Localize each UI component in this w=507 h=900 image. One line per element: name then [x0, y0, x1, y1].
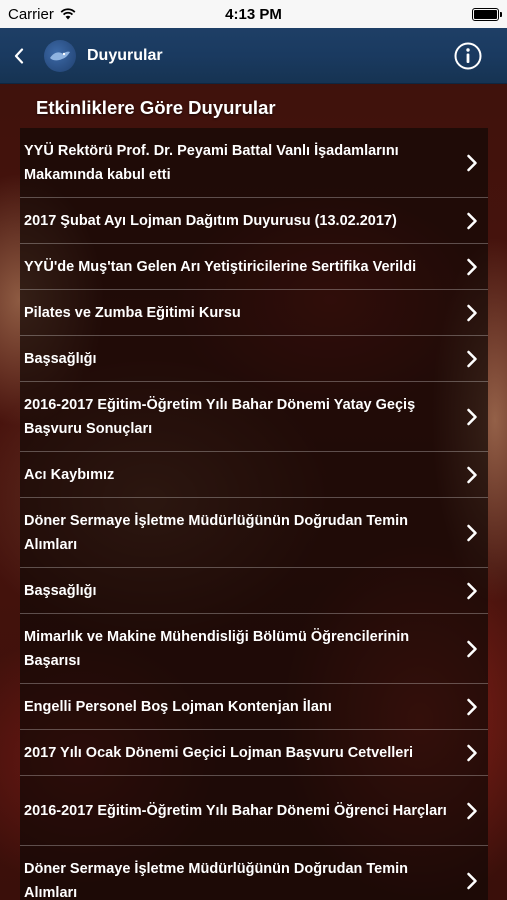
- wifi-icon: [60, 8, 76, 20]
- list-item[interactable]: 2017 Yılı Ocak Dönemi Geçici Lojman Başv…: [20, 730, 488, 776]
- chevron-right-icon: [467, 524, 477, 541]
- chevron-right-icon: [467, 154, 477, 171]
- list-item-label: Engelli Personel Boş Lojman Kontenjan İl…: [24, 698, 332, 715]
- list-item-label: YYÜ Rektörü Prof. Dr. Peyami Battal Vanl…: [24, 142, 399, 183]
- list-item[interactable]: 2016-2017 Eğitim-Öğretim Yılı Bahar Döne…: [20, 382, 488, 452]
- list-item[interactable]: Başsağlığı: [20, 568, 488, 614]
- list-item-label: Acı Kaybımız: [24, 466, 115, 483]
- status-right: [472, 7, 502, 21]
- chevron-right-icon: [467, 582, 477, 599]
- app-logo: [44, 39, 76, 72]
- chevron-right-icon: [467, 802, 477, 819]
- chevron-right-icon: [467, 872, 477, 889]
- list-item-label: 2016-2017 Eğitim-Öğretim Yılı Bahar Döne…: [24, 396, 416, 437]
- announcement-list: YYÜ Rektörü Prof. Dr. Peyami Battal Vanl…: [20, 128, 488, 900]
- list-item[interactable]: Başsağlığı: [20, 336, 488, 382]
- chevron-left-icon: [14, 47, 24, 64]
- list-item-label: 2017 Yılı Ocak Dönemi Geçici Lojman Başv…: [24, 744, 413, 761]
- battery-icon: [472, 7, 502, 21]
- chevron-right-icon: [467, 304, 477, 321]
- chevron-right-icon: [467, 698, 477, 715]
- chevron-right-icon: [467, 258, 477, 275]
- carrier-label: Carrier: [8, 5, 54, 23]
- list-item[interactable]: Engelli Personel Boş Lojman Kontenjan İl…: [20, 684, 488, 730]
- list-item[interactable]: Acı Kaybımız: [20, 452, 488, 498]
- navigation-bar: Duyurular: [0, 28, 507, 84]
- list-item[interactable]: Mimarlık ve Makine Mühendisliği Bölümü Ö…: [20, 614, 488, 684]
- list-item[interactable]: YYÜ'de Muş'tan Gelen Arı Yetiştiricileri…: [20, 244, 488, 290]
- list-item-label: Başsağlığı: [24, 582, 97, 599]
- chevron-right-icon: [467, 408, 477, 425]
- list-item-label: Döner Sermaye İşletme Müdürlüğünün Doğru…: [24, 860, 409, 900]
- list-item[interactable]: YYÜ Rektörü Prof. Dr. Peyami Battal Vanl…: [20, 128, 488, 198]
- list-item-label: Mimarlık ve Makine Mühendisliği Bölümü Ö…: [24, 628, 410, 669]
- list-item[interactable]: Döner Sermaye İşletme Müdürlüğünün Doğru…: [20, 498, 488, 568]
- list-item-label: 2017 Şubat Ayı Lojman Dağıtım Duyurusu (…: [24, 212, 397, 229]
- chevron-right-icon: [467, 212, 477, 229]
- status-time: 4:13 PM: [225, 5, 282, 23]
- list-item[interactable]: 2016-2017 Eğitim-Öğretim Yılı Bahar Döne…: [20, 776, 488, 846]
- back-button[interactable]: [0, 28, 38, 84]
- list-item-label: Döner Sermaye İşletme Müdürlüğünün Doğru…: [24, 512, 409, 553]
- list-item-label: 2016-2017 Eğitim-Öğretim Yılı Bahar Döne…: [24, 802, 447, 819]
- section-heading: Etkinliklere Göre Duyurular: [36, 97, 276, 118]
- list-item[interactable]: Pilates ve Zumba Eğitimi Kursu: [20, 290, 488, 336]
- battery-level: [474, 9, 497, 19]
- status-bar: Carrier 4:13 PM: [0, 0, 507, 28]
- info-button[interactable]: [453, 41, 483, 71]
- status-left: Carrier: [8, 6, 76, 23]
- chevron-right-icon: [467, 744, 477, 761]
- list-item[interactable]: 2017 Şubat Ayı Lojman Dağıtım Duyurusu (…: [20, 198, 488, 244]
- logo-emblem-icon: [50, 51, 70, 60]
- chevron-right-icon: [467, 350, 477, 367]
- list-item-label: Pilates ve Zumba Eğitimi Kursu: [24, 304, 241, 321]
- list-item-label: YYÜ'de Muş'tan Gelen Arı Yetiştiricileri…: [24, 258, 417, 275]
- list-item[interactable]: Döner Sermaye İşletme Müdürlüğünün Doğru…: [20, 846, 488, 900]
- page-title: Duyurular: [87, 46, 163, 64]
- chevron-right-icon: [467, 466, 477, 483]
- chevron-right-icon: [467, 640, 477, 657]
- list-item-label: Başsağlığı: [24, 350, 97, 367]
